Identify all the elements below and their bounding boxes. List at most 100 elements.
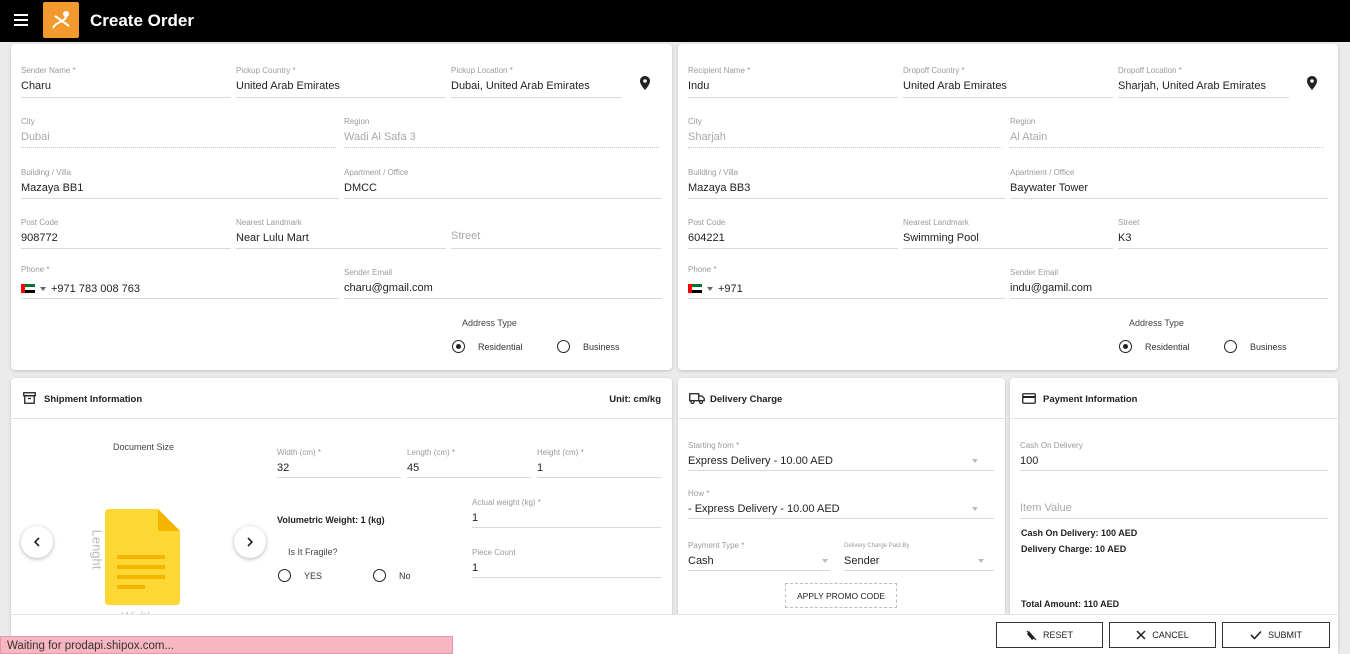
- sender-region-label: Region: [344, 117, 370, 126]
- recipient-phone-label: Phone *: [688, 265, 717, 274]
- dropoff-country-label: Dropoff Country *: [903, 66, 965, 75]
- pickup-location-field[interactable]: Pickup Location * Dubai, United Arab Emi…: [451, 66, 622, 98]
- sender-landmark-label: Nearest Landmark: [236, 218, 302, 227]
- sender-apartment-label: Apartment / Office: [344, 168, 409, 177]
- cancel-label: CANCEL: [1152, 630, 1189, 640]
- sender-business-radio[interactable]: [557, 340, 570, 353]
- sender-name-label: Sender Name *: [21, 66, 76, 75]
- recipient-city-label: City: [688, 117, 702, 126]
- divider: [678, 418, 1005, 419]
- recipient-name-field[interactable]: Recipient Name * Indu: [688, 66, 898, 98]
- recipient-region-field: Region Al Atain: [1010, 117, 1324, 148]
- sender-landmark-field[interactable]: Nearest Landmark Near Lulu Mart: [236, 218, 446, 249]
- brand-logo-icon[interactable]: [43, 2, 79, 38]
- actual-weight-field[interactable]: Actual weight (kg) * 1: [472, 498, 661, 528]
- width-field[interactable]: Width (cm) * 32: [277, 448, 401, 478]
- map-pin-icon[interactable]: [640, 76, 650, 90]
- fragile-no-radio[interactable]: [373, 569, 386, 582]
- fragile-yes-label: YES: [304, 571, 323, 581]
- sender-city-value: Dubai: [21, 131, 50, 143]
- check-icon: [1250, 630, 1262, 640]
- sender-postcode-field[interactable]: Post Code 908772: [21, 218, 231, 249]
- document-size-label: Document Size: [113, 442, 175, 452]
- recipient-landmark-field[interactable]: Nearest Landmark Swimming Pool: [903, 218, 1113, 249]
- recipient-residential-radio[interactable]: [1119, 340, 1132, 353]
- sender-phone-field[interactable]: Phone * +971 783 008 763: [21, 265, 339, 299]
- recipient-business-radio[interactable]: [1224, 340, 1237, 353]
- dropdown-caret-icon: [822, 559, 828, 563]
- fragile-yes-radio[interactable]: [278, 569, 291, 582]
- recipient-region-label: Region: [1010, 117, 1036, 126]
- recipient-email-value: indu@gamil.com: [1010, 282, 1093, 294]
- uae-flag-icon[interactable]: [688, 284, 702, 293]
- browser-status-bar: Waiting for prodapi.shipox.com...: [0, 636, 453, 654]
- sender-city-field: City Dubai: [21, 117, 336, 148]
- uae-flag-icon[interactable]: [21, 284, 35, 293]
- recipient-postcode-field[interactable]: Post Code 604221: [688, 218, 898, 249]
- recipient-building-field[interactable]: Building / Villa Mazaya BB3: [688, 168, 1005, 199]
- charge-paid-by-select[interactable]: Delivery Charge Paid By Sender: [844, 543, 994, 571]
- shipment-title: Shipment Information: [44, 394, 143, 405]
- item-value-field[interactable]: Item Value: [1020, 490, 1328, 519]
- submit-button[interactable]: SUBMIT: [1222, 622, 1330, 648]
- height-field[interactable]: Height (cm) * 1: [537, 448, 661, 478]
- cancel-button[interactable]: CANCEL: [1109, 622, 1216, 648]
- dropoff-country-value: United Arab Emirates: [903, 80, 1007, 92]
- next-size-button[interactable]: [234, 526, 266, 558]
- country-code-caret-icon[interactable]: [40, 287, 46, 291]
- recipient-street-field[interactable]: Street K3: [1118, 218, 1328, 249]
- pickup-country-field[interactable]: Pickup Country * United Arab Emirates: [236, 66, 446, 98]
- sender-apartment-value: DMCC: [344, 182, 377, 194]
- payment-title: Payment Information: [1043, 394, 1138, 405]
- menu-icon[interactable]: [14, 14, 28, 26]
- starting-from-value: Express Delivery - 10.00 AED: [688, 455, 833, 467]
- dropdown-caret-icon: [972, 459, 978, 463]
- chevron-left-icon: [33, 537, 40, 547]
- length-value: 45: [407, 462, 420, 474]
- sender-building-label: Building / Villa: [21, 168, 72, 177]
- lenght-caption: Lenght: [89, 529, 105, 570]
- height-value: 1: [537, 462, 544, 474]
- recipient-phone-value: +971: [718, 283, 743, 295]
- pickup-country-label: Pickup Country *: [236, 66, 296, 75]
- sender-phone-value: +971 783 008 763: [51, 283, 141, 295]
- country-code-caret-icon[interactable]: [707, 287, 713, 291]
- previous-size-button[interactable]: [21, 526, 53, 558]
- divider: [11, 418, 672, 419]
- piece-count-field[interactable]: Piece Count 1: [472, 548, 661, 578]
- dropdown-caret-icon: [972, 507, 978, 511]
- sender-name-field[interactable]: Sender Name * Charu: [21, 66, 231, 98]
- sender-apartment-field[interactable]: Apartment / Office DMCC: [344, 168, 662, 199]
- app-bar: Create Order: [0, 0, 1350, 42]
- recipient-name-value: Indu: [688, 80, 710, 92]
- dropoff-location-field[interactable]: Dropoff Location * Sharjah, United Arab …: [1118, 66, 1289, 98]
- dropoff-location-value: Sharjah, United Arab Emirates: [1118, 80, 1266, 92]
- cash-on-delivery-field[interactable]: Cash On Delivery 100: [1020, 441, 1328, 471]
- shipment-card: Shipment Information Unit: cm/kg Documen…: [11, 378, 672, 654]
- archive-box-icon: [23, 392, 36, 404]
- apply-promo-code-button[interactable]: APPLY PROMO CODE: [785, 583, 897, 608]
- dropoff-country-field[interactable]: Dropoff Country * United Arab Emirates: [903, 66, 1113, 98]
- starting-from-select[interactable]: Starting from * Express Delivery - 10.00…: [688, 441, 994, 471]
- sender-residential-radio[interactable]: [452, 340, 465, 353]
- chevron-right-icon: [247, 537, 254, 547]
- how-select[interactable]: How * - Express Delivery - 10.00 AED: [688, 489, 994, 519]
- length-field[interactable]: Length (cm) * 45: [407, 448, 531, 478]
- sender-email-field[interactable]: Sender Email charu@gmail.com: [344, 268, 662, 299]
- actual-weight-value: 1: [472, 512, 479, 524]
- piece-count-label: Piece Count: [472, 548, 516, 557]
- sender-address-type-label: Address Type: [462, 318, 517, 328]
- recipient-phone-field[interactable]: Phone * +971: [688, 265, 1005, 299]
- map-pin-icon[interactable]: [1307, 76, 1317, 90]
- sender-region-field: Region Wadi Al Safa 3: [344, 117, 659, 148]
- sender-street-field[interactable]: Street: [451, 218, 661, 249]
- reset-button[interactable]: RESET: [996, 622, 1103, 648]
- recipient-email-field[interactable]: Sender Email indu@gamil.com: [1010, 268, 1328, 299]
- sender-postcode-value: 908772: [21, 232, 58, 244]
- length-label: Length (cm) *: [407, 448, 456, 457]
- payment-type-select[interactable]: Payment Type * Cash: [688, 541, 830, 571]
- sender-building-field[interactable]: Building / Villa Mazaya BB1: [21, 168, 339, 199]
- recipient-apartment-field[interactable]: Apartment / Office Baywater Tower: [1010, 168, 1328, 199]
- sender-email-value: charu@gmail.com: [344, 282, 433, 294]
- how-value: - Express Delivery - 10.00 AED: [688, 503, 840, 515]
